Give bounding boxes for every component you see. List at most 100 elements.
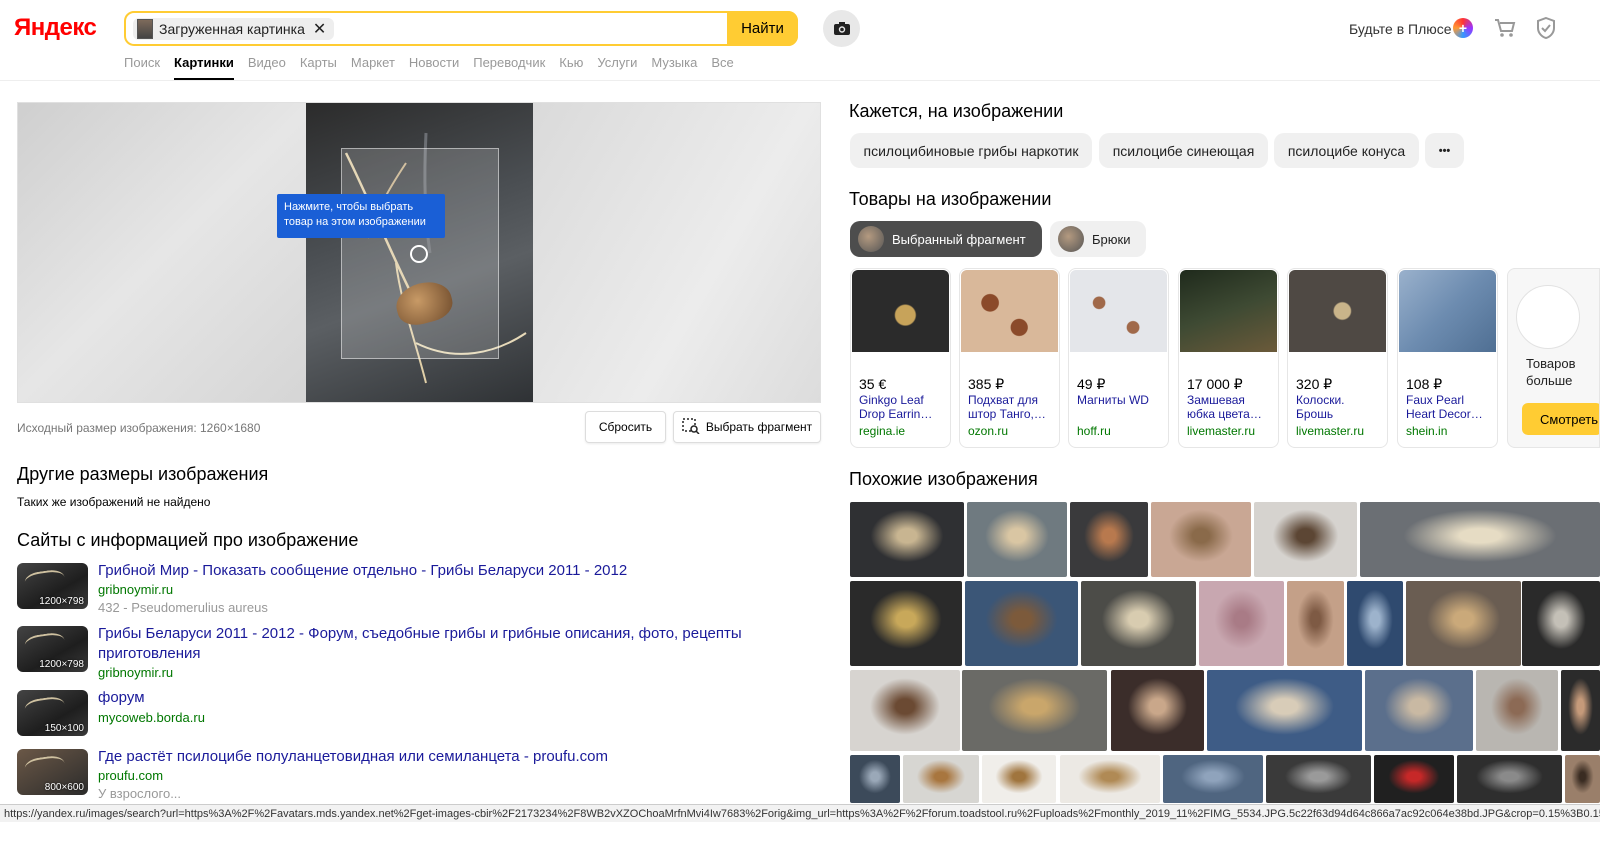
- plus-icon[interactable]: +: [1453, 18, 1473, 38]
- site-thumbnail[interactable]: 1200×798: [17, 626, 88, 672]
- product-image: [1070, 270, 1167, 352]
- site-thumbnail[interactable]: 800×600: [17, 749, 88, 795]
- similar-image-thumbnail[interactable]: [850, 670, 960, 751]
- goods-tab-selected-fragment[interactable]: Выбранный фрагмент: [850, 221, 1042, 257]
- image-size-badge: 1200×798: [39, 659, 84, 670]
- similar-image-thumbnail[interactable]: [1374, 755, 1454, 803]
- product-name: Ginkgo Leaf Drop Earrin…: [859, 393, 933, 421]
- query-image-viewer[interactable]: Нажмите, чтобы выбрать товар на этом изо…: [17, 102, 821, 403]
- site-domain[interactable]: proufu.com: [98, 768, 163, 783]
- close-icon[interactable]: ✕: [313, 19, 326, 39]
- similar-image-thumbnail[interactable]: [1406, 581, 1521, 666]
- tab-news[interactable]: Новости: [409, 55, 459, 80]
- tab-q[interactable]: Кью: [559, 55, 583, 80]
- site-description: У взрослого...: [98, 786, 182, 801]
- product-price: 385 ₽: [968, 376, 1005, 392]
- more-products-image: [1516, 285, 1580, 349]
- similar-image-thumbnail[interactable]: [1163, 755, 1263, 803]
- similar-image-thumbnail[interactable]: [1347, 581, 1403, 666]
- product-card[interactable]: 17 000 ₽ Замшевая юбка цвета… livemaster…: [1178, 268, 1279, 448]
- original-size-text: Исходный размер изображения: 1260×1680: [17, 421, 261, 435]
- cart-icon[interactable]: [1494, 18, 1516, 38]
- site-title-link[interactable]: Где растёт псилоцибе полуланцетовидная и…: [98, 747, 758, 767]
- similar-image-thumbnail[interactable]: [1081, 581, 1196, 666]
- similar-image-thumbnail[interactable]: [1070, 502, 1148, 577]
- similar-image-thumbnail[interactable]: [903, 755, 979, 803]
- product-name: Магниты WD: [1077, 393, 1149, 407]
- site-domain[interactable]: gribnoymir.ru: [98, 665, 173, 680]
- tab-maps[interactable]: Карты: [300, 55, 337, 80]
- goods-tab-trousers[interactable]: Брюки: [1050, 221, 1146, 257]
- similar-image-thumbnail[interactable]: [1561, 670, 1600, 751]
- similar-image-thumbnail[interactable]: [1457, 755, 1562, 803]
- similar-image-thumbnail[interactable]: [850, 581, 962, 666]
- product-card[interactable]: 108 ₽ Faux Pearl Heart Decor… shein.in: [1397, 268, 1498, 448]
- tab-music[interactable]: Музыка: [651, 55, 697, 80]
- similar-image-thumbnail[interactable]: [1254, 502, 1357, 577]
- product-image: [1289, 270, 1386, 352]
- tag-pill[interactable]: псилоцибе конуса: [1274, 133, 1419, 168]
- similar-image-thumbnail[interactable]: [1060, 755, 1160, 803]
- similar-image-thumbnail[interactable]: [1199, 581, 1284, 666]
- similar-image-thumbnail[interactable]: [982, 755, 1056, 803]
- item-target-marker[interactable]: [410, 245, 428, 263]
- similar-image-thumbnail[interactable]: [967, 502, 1067, 577]
- product-shop: regina.ie: [859, 424, 906, 438]
- yandex-logo[interactable]: Яндекс: [14, 14, 97, 42]
- tab-all[interactable]: Все: [711, 55, 733, 80]
- site-thumbnail[interactable]: 1200×798: [17, 563, 88, 609]
- search-button[interactable]: Найти: [727, 11, 798, 46]
- similar-image-thumbnail[interactable]: [1565, 755, 1600, 803]
- view-more-button[interactable]: Смотреть: [1522, 403, 1599, 435]
- more-products-card[interactable]: Товаров больше Смотреть: [1507, 268, 1600, 448]
- tab-search[interactable]: Поиск: [124, 55, 160, 80]
- product-card[interactable]: 320 ₽ Колоски. Брошь livemaster.ru: [1287, 268, 1388, 448]
- similar-image-thumbnail[interactable]: [1266, 755, 1371, 803]
- goods-title: Товары на изображении: [849, 189, 1052, 209]
- product-shop: ozon.ru: [968, 424, 1009, 438]
- site-title-link[interactable]: Грибной Мир - Показать сообщение отдельн…: [98, 561, 758, 581]
- site-thumbnail[interactable]: 150×100: [17, 690, 88, 736]
- tab-services[interactable]: Услуги: [597, 55, 637, 80]
- similar-image-thumbnail[interactable]: [962, 670, 1107, 751]
- similar-image-thumbnail[interactable]: [1365, 670, 1473, 751]
- product-card[interactable]: 385 ₽ Подхват для штор Танго,… ozon.ru: [959, 268, 1060, 448]
- reset-button[interactable]: Сбросить: [585, 411, 666, 443]
- horizontal-scrollbar[interactable]: [0, 822, 1600, 841]
- site-domain[interactable]: gribnoymir.ru: [98, 582, 173, 597]
- similar-image-thumbnail[interactable]: [850, 502, 964, 577]
- product-card[interactable]: 49 ₽ Магниты WD hoff.ru: [1068, 268, 1169, 448]
- more-tags-button[interactable]: •••: [1425, 133, 1464, 168]
- tag-pill[interactable]: псилоцибе синеющая: [1099, 133, 1268, 168]
- site-domain[interactable]: mycoweb.borda.ru: [98, 710, 205, 725]
- tab-translator[interactable]: Переводчик: [473, 55, 545, 80]
- tab-images[interactable]: Картинки: [174, 55, 234, 80]
- select-fragment-button[interactable]: Выбрать фрагмент: [673, 411, 821, 443]
- similar-image-thumbnail[interactable]: [1111, 670, 1204, 751]
- similar-image-thumbnail[interactable]: [965, 581, 1078, 666]
- similar-image-thumbnail[interactable]: [1476, 670, 1558, 751]
- tab-video[interactable]: Видео: [248, 55, 286, 80]
- product-name: Faux Pearl Heart Decor…: [1406, 393, 1483, 421]
- tab-market[interactable]: Маркет: [351, 55, 395, 80]
- similar-image-thumbnail[interactable]: [1522, 581, 1600, 666]
- camera-icon[interactable]: [823, 10, 860, 47]
- similar-image-thumbnail[interactable]: [1207, 670, 1362, 751]
- product-card[interactable]: 35 € Ginkgo Leaf Drop Earrin… regina.ie: [850, 268, 951, 448]
- goods-tab-label: Брюки: [1092, 231, 1131, 247]
- product-price: 108 ₽: [1406, 376, 1443, 392]
- similar-image-thumbnail[interactable]: [1151, 502, 1251, 577]
- similar-image-thumbnail[interactable]: [1287, 581, 1344, 666]
- site-title-link[interactable]: Грибы Беларуси 2011 - 2012 - Форум, съед…: [98, 624, 758, 664]
- site-title-link[interactable]: форум: [98, 688, 758, 708]
- plus-promo-link[interactable]: Будьте в Плюсе: [1349, 21, 1452, 37]
- product-image: [1399, 270, 1496, 352]
- product-shop: shein.in: [1406, 424, 1448, 438]
- similar-image-thumbnail[interactable]: [1360, 502, 1600, 577]
- header-divider: [0, 80, 1600, 81]
- tag-pill[interactable]: псилоцибиновые грибы наркотик: [850, 133, 1092, 168]
- shield-icon[interactable]: [1536, 16, 1556, 40]
- uploaded-image-chip[interactable]: Загруженная картинка ✕: [133, 18, 335, 40]
- status-bar-url: https://yandex.ru/images/search?url=http…: [0, 804, 1600, 822]
- similar-image-thumbnail[interactable]: [850, 755, 900, 803]
